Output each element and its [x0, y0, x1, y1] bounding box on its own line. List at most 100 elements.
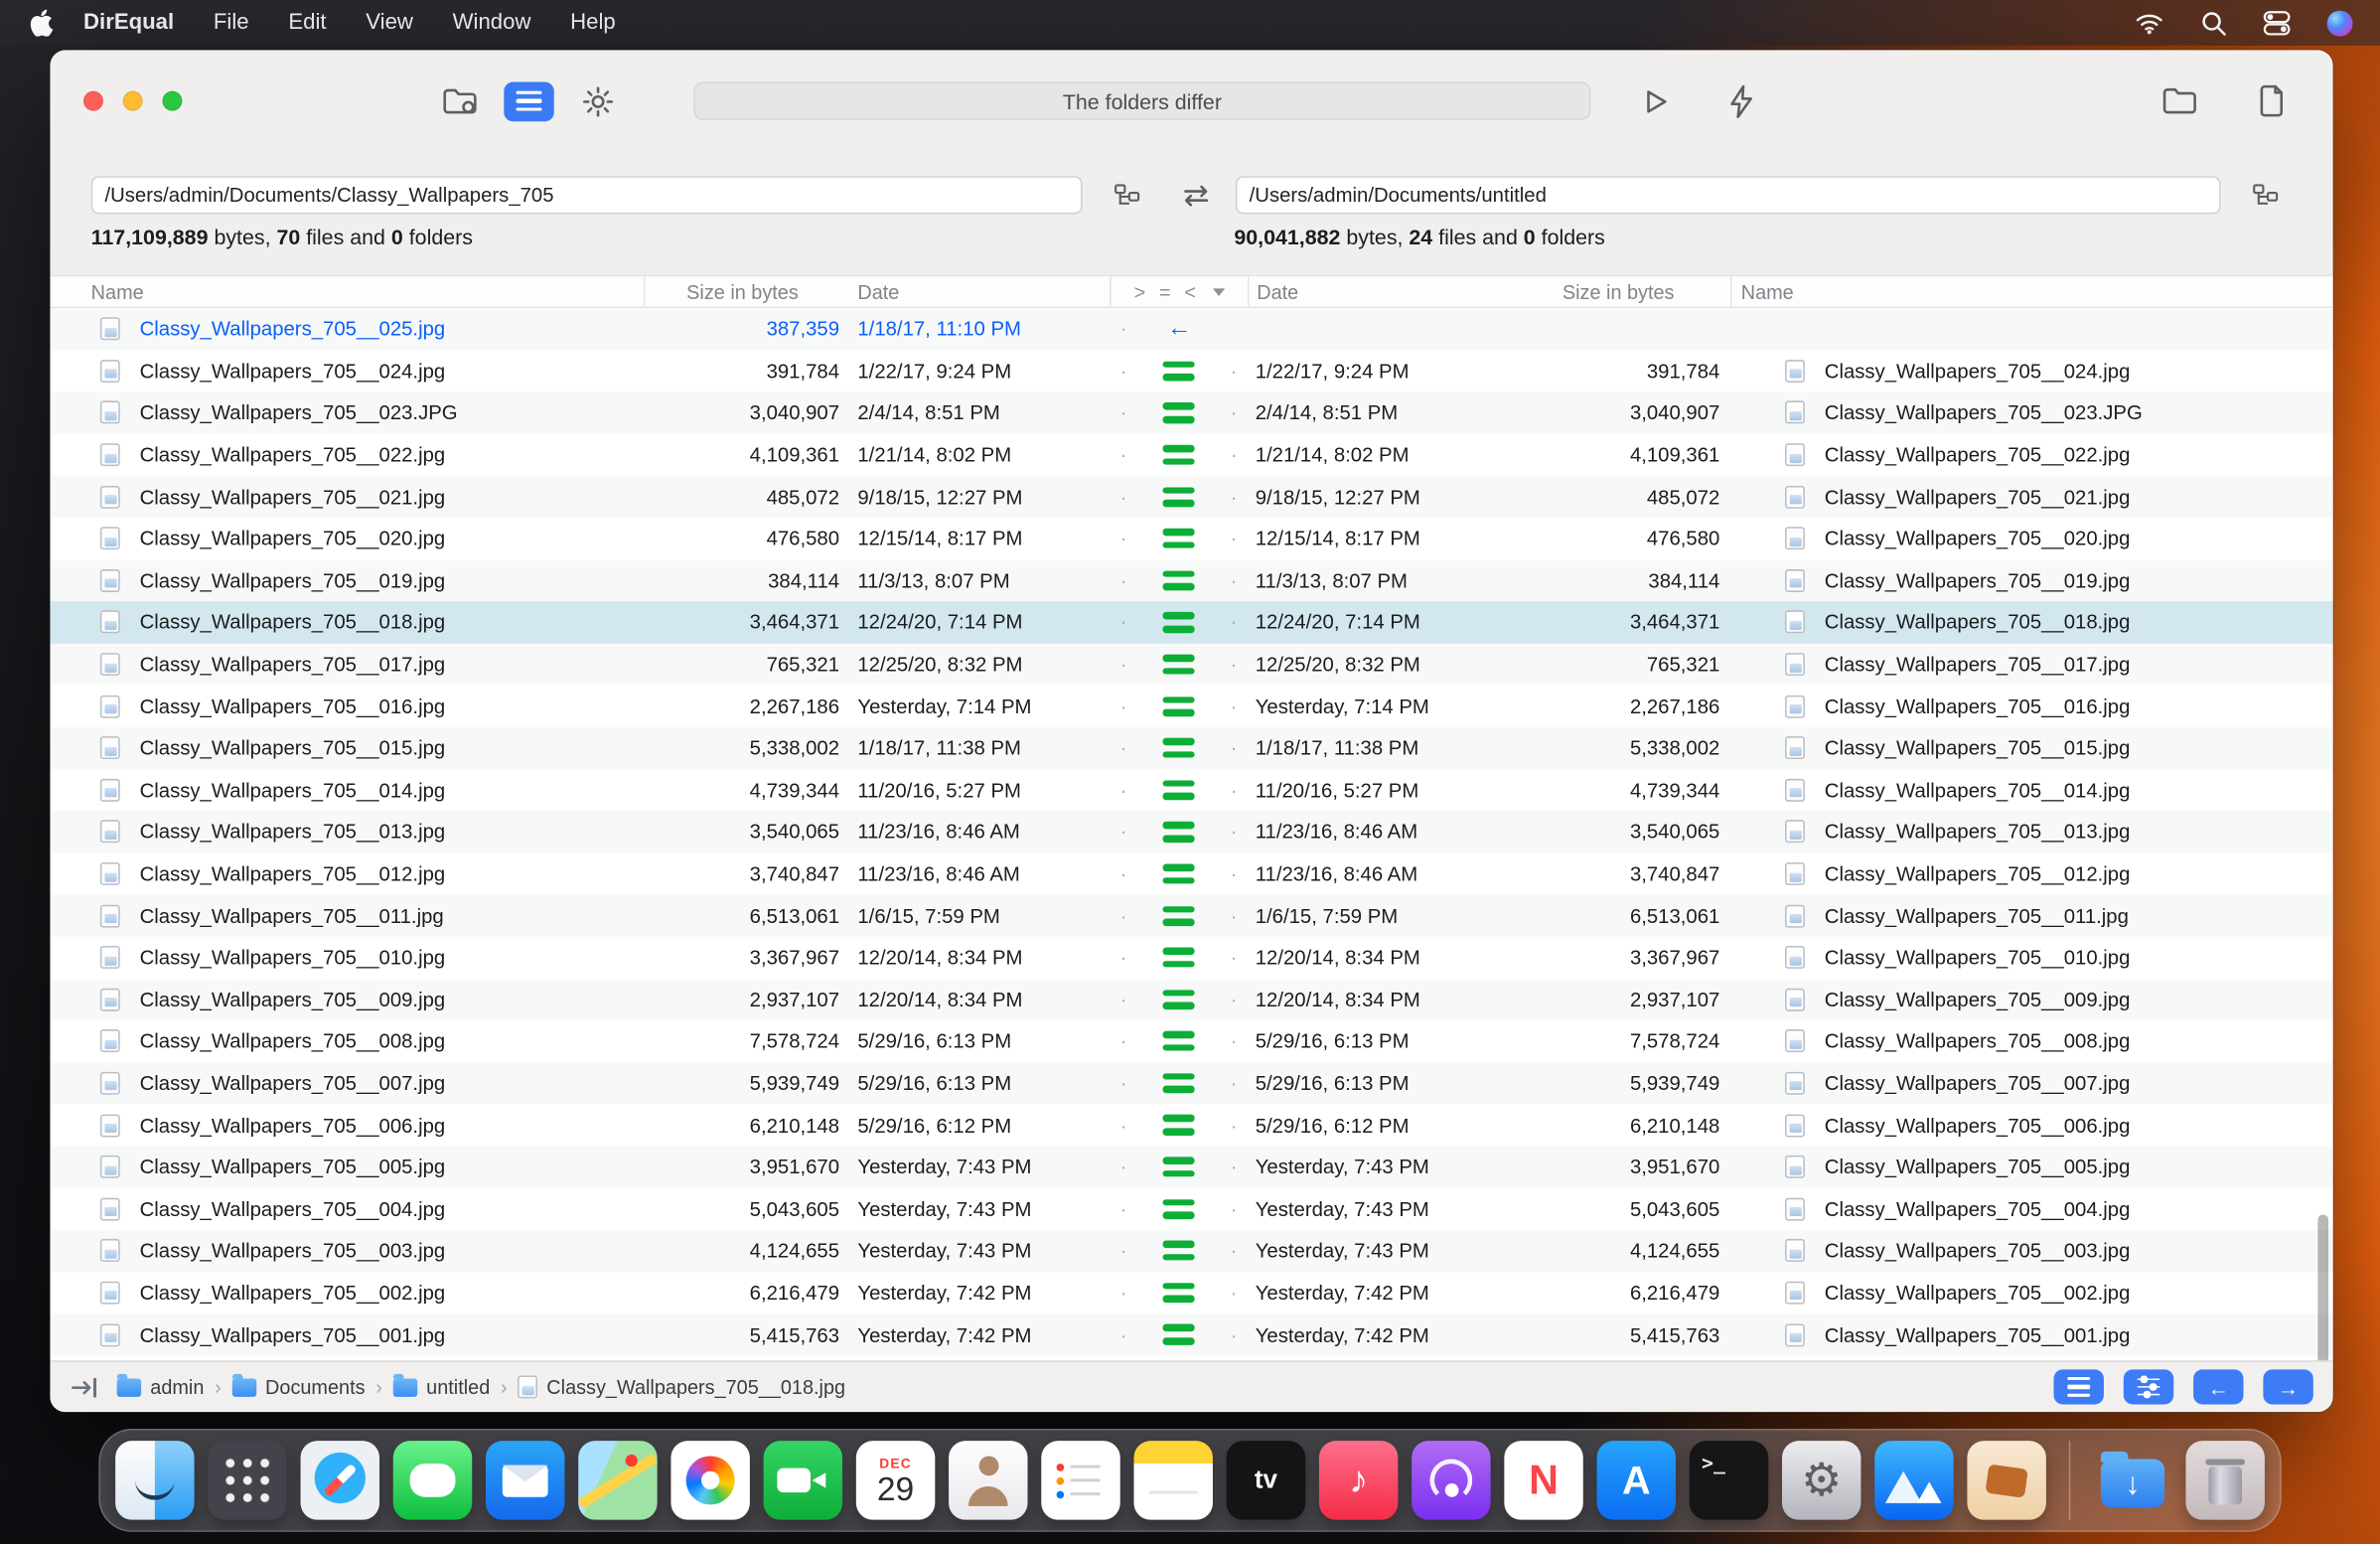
compare-indicator: · · — [1110, 350, 1248, 391]
dock-settings-icon[interactable]: ⚙ — [1781, 1441, 1861, 1520]
file-name-cell-right: Classy_Wallpapers_705__003.jpg — [1730, 1230, 2333, 1272]
breadcrumb-item[interactable]: Classy_Wallpapers_705__018.jpg — [518, 1375, 845, 1399]
table-row[interactable]: Classy_Wallpapers_705__012.jpg 3,740,847 1… — [50, 852, 2333, 895]
menu-item-edit[interactable]: Edit — [268, 0, 346, 46]
scrollbar-thumb[interactable] — [2317, 1214, 2329, 1361]
table-row[interactable]: Classy_Wallpapers_705__007.jpg 5,939,749 5… — [50, 1062, 2333, 1105]
dock-music-icon[interactable]: ♪ — [1318, 1441, 1399, 1520]
dock-contacts-icon[interactable] — [949, 1441, 1028, 1520]
apple-menu-icon[interactable] — [30, 9, 55, 37]
dock-trash-icon[interactable] — [2185, 1441, 2265, 1520]
column-header-size-right[interactable]: Size in bytes — [1530, 276, 1730, 307]
dock-direqual-icon[interactable] — [1874, 1441, 1954, 1520]
table-row[interactable]: Classy_Wallpapers_705__008.jpg 7,578,724 5… — [50, 1020, 2333, 1063]
close-button[interactable] — [83, 90, 103, 111]
list-view-button[interactable] — [2053, 1369, 2104, 1405]
table-row[interactable]: Classy_Wallpapers_705__017.jpg 765,321 12/… — [50, 643, 2333, 686]
column-header-name-left[interactable]: Name — [50, 276, 643, 307]
siri-icon[interactable] — [2326, 9, 2353, 36]
compare-indicator: · · — [1110, 811, 1248, 852]
choose-folders-button[interactable] — [437, 79, 483, 122]
dock-photos-icon[interactable] — [670, 1441, 750, 1520]
left-tree-toggle-button[interactable] — [1104, 176, 1149, 214]
dock-notes-icon[interactable] — [1133, 1441, 1213, 1520]
table-row[interactable]: Classy_Wallpapers_705__010.jpg 3,367,967 1… — [50, 936, 2333, 979]
right-tree-toggle-button[interactable] — [2242, 176, 2288, 214]
swap-panels-button[interactable] — [1179, 179, 1213, 213]
breadcrumb-item[interactable]: Documents — [231, 1373, 366, 1398]
dock-downloads-icon[interactable]: ↓ — [2093, 1441, 2171, 1519]
dot-icon: · — [1119, 610, 1127, 634]
dock-appstore-icon[interactable]: A — [1596, 1441, 1677, 1520]
file-size-right: 6,216,479 — [1629, 1281, 1720, 1305]
column-header-size-left[interactable]: Size in bytes — [643, 276, 844, 307]
dock-finder-icon[interactable] — [115, 1441, 195, 1520]
file-size-left: 7,578,724 — [749, 1029, 840, 1053]
dock-news-icon[interactable]: N — [1504, 1441, 1583, 1520]
dock-calendar-icon[interactable]: DEC 29 — [855, 1441, 936, 1520]
dock-podcasts-icon[interactable] — [1412, 1441, 1491, 1520]
reveal-folder-button[interactable] — [2157, 79, 2202, 122]
menu-item-file[interactable]: File — [194, 0, 268, 46]
table-row[interactable]: Classy_Wallpapers_705__025.jpg 387,359 1/1… — [50, 308, 2333, 351]
dock-facetime-icon[interactable] — [763, 1441, 843, 1520]
filter-button[interactable] — [2123, 1369, 2174, 1405]
menu-item-help[interactable]: Help — [550, 0, 635, 46]
previous-difference-button[interactable]: ← — [2193, 1369, 2244, 1405]
dock-reminders-icon[interactable] — [1041, 1441, 1120, 1520]
table-row[interactable]: Classy_Wallpapers_705__003.jpg 4,124,655 Y… — [50, 1229, 2333, 1273]
dock-books-icon[interactable] — [1967, 1441, 2046, 1520]
control-center-icon[interactable] — [2263, 9, 2291, 37]
dock-launchpad-icon[interactable] — [208, 1441, 287, 1520]
table-row[interactable]: Classy_Wallpapers_705__024.jpg 391,784 1/2… — [50, 350, 2333, 392]
table-row[interactable]: Classy_Wallpapers_705__006.jpg 6,210,148 5… — [50, 1104, 2333, 1147]
column-header-date-left[interactable]: Date — [844, 276, 1110, 307]
table-row[interactable]: Classy_Wallpapers_705__023.JPG 3,040,907 2… — [50, 391, 2333, 434]
table-row[interactable]: Classy_Wallpapers_705__021.jpg 485,072 9/1… — [50, 475, 2333, 519]
table-row[interactable]: Classy_Wallpapers_705__018.jpg 3,464,371 1… — [50, 601, 2333, 644]
left-path-field[interactable] — [90, 176, 1083, 215]
compare-view-button[interactable] — [504, 80, 554, 121]
table-row[interactable]: Classy_Wallpapers_705__022.jpg 4,109,361 1… — [50, 433, 2333, 476]
column-header-name-right[interactable]: Name — [1730, 276, 2333, 307]
menu-item-window[interactable]: Window — [433, 0, 551, 46]
column-header-date-right[interactable]: Date — [1248, 276, 1530, 307]
dock-terminal-icon[interactable]: >_ — [1689, 1441, 1769, 1520]
dock-messages-icon[interactable] — [392, 1441, 473, 1520]
table-row[interactable]: Classy_Wallpapers_705__011.jpg 6,513,061 1… — [50, 894, 2333, 937]
next-difference-button[interactable]: → — [2263, 1369, 2313, 1405]
dock-maps-icon[interactable] — [578, 1441, 658, 1520]
menu-item-view[interactable]: View — [346, 0, 432, 46]
search-icon[interactable] — [2199, 9, 2227, 37]
table-row[interactable]: Classy_Wallpapers_705__005.jpg 3,951,670 Y… — [50, 1146, 2333, 1188]
dock-safari-icon[interactable] — [300, 1441, 380, 1520]
settings-button[interactable] — [575, 79, 621, 122]
table-row[interactable]: Classy_Wallpapers_705__001.jpg 5,415,763 Y… — [50, 1313, 2333, 1356]
wifi-icon[interactable] — [2136, 9, 2163, 37]
menu-item-app[interactable]: DirEqual — [64, 0, 194, 46]
minimize-button[interactable] — [122, 90, 143, 111]
dock-mail-icon[interactable] — [485, 1441, 565, 1520]
equal-icon — [1162, 486, 1195, 508]
right-path-field[interactable] — [1235, 176, 2221, 215]
zoom-button[interactable] — [162, 90, 183, 111]
breadcrumb-item[interactable]: untitled — [392, 1373, 490, 1398]
table-row[interactable]: Classy_Wallpapers_705__002.jpg 6,216,479 Y… — [50, 1272, 2333, 1314]
column-header-compare[interactable]: > = < — [1110, 276, 1248, 307]
table-row[interactable]: Classy_Wallpapers_705__020.jpg 476,580 12/… — [50, 518, 2333, 560]
breadcrumb-item[interactable]: admin — [116, 1373, 204, 1398]
table-row[interactable]: Classy_Wallpapers_705__004.jpg 5,043,605 Y… — [50, 1187, 2333, 1230]
table-row[interactable]: Classy_Wallpapers_705__015.jpg 5,338,002 1… — [50, 726, 2333, 770]
reveal-file-button[interactable] — [2248, 79, 2294, 122]
table-row[interactable]: Classy_Wallpapers_705__014.jpg 4,739,344 1… — [50, 769, 2333, 812]
table-row[interactable]: Classy_Wallpapers_705__013.jpg 3,540,065 1… — [50, 811, 2333, 853]
run-compare-button[interactable] — [1633, 79, 1679, 122]
chevron-down-icon[interactable] — [1212, 287, 1226, 296]
file-name-cell-right: Classy_Wallpapers_705__022.jpg — [1730, 434, 2333, 476]
jump-to-selection-icon[interactable] — [72, 1376, 99, 1397]
quick-sync-button[interactable] — [1718, 79, 1764, 122]
dock-tv-icon[interactable]: tv — [1226, 1441, 1306, 1520]
table-row[interactable]: Classy_Wallpapers_705__019.jpg 384,114 11/… — [50, 559, 2333, 602]
table-row[interactable]: Classy_Wallpapers_705__009.jpg 2,937,107 1… — [50, 978, 2333, 1021]
table-row[interactable]: Classy_Wallpapers_705__016.jpg 2,267,186 Y… — [50, 685, 2333, 727]
